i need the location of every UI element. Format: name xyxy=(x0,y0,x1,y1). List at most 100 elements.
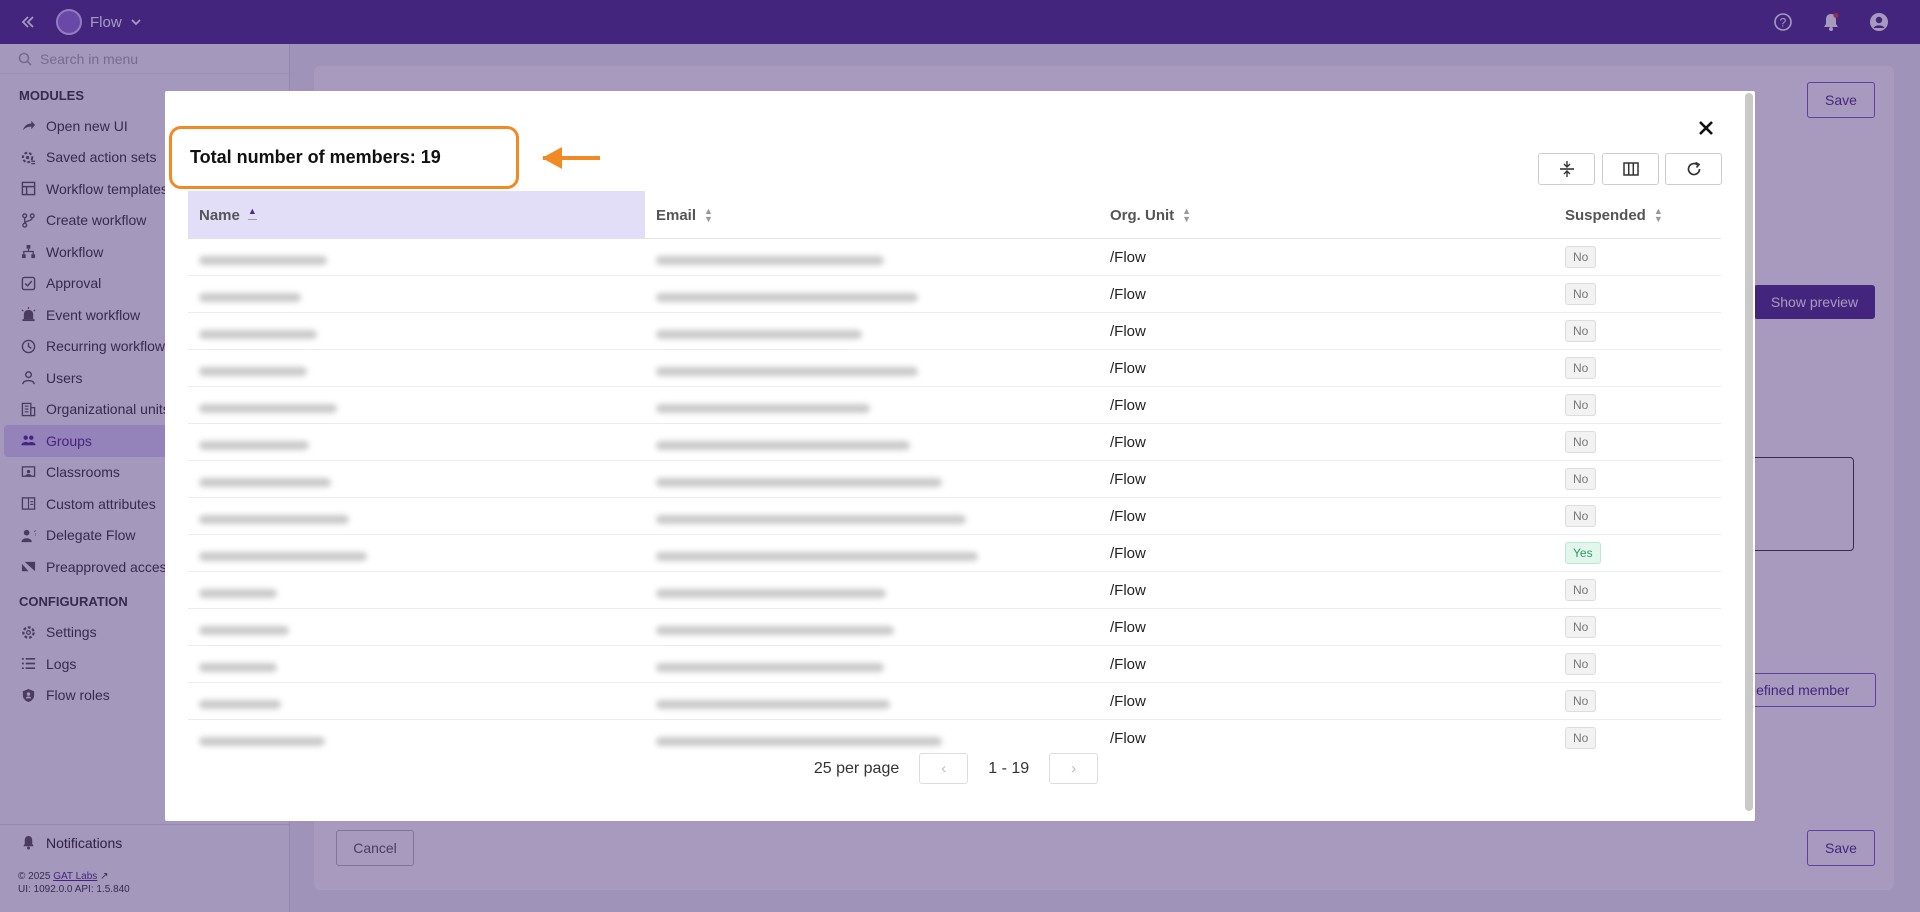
total-members-label: Total number of members: 19 xyxy=(190,147,441,167)
redacted-email xyxy=(656,366,918,376)
cell-email xyxy=(645,461,1099,498)
previous-page-button[interactable]: ‹ xyxy=(919,753,969,784)
redacted-email xyxy=(656,662,884,672)
redacted-email xyxy=(656,514,966,524)
cell-name xyxy=(188,498,645,535)
density-icon xyxy=(1559,161,1574,177)
cell-suspended: No xyxy=(1554,461,1721,498)
redacted-email xyxy=(656,440,910,450)
cell-email xyxy=(645,424,1099,461)
table-row[interactable]: /Flow No xyxy=(188,350,1721,387)
cell-name xyxy=(188,313,645,350)
chevron-left-icon: ‹ xyxy=(941,760,947,777)
redacted-name xyxy=(199,736,325,746)
cell-org-unit: /Flow xyxy=(1110,396,1146,414)
suspended-badge: No xyxy=(1565,357,1597,379)
cell-name xyxy=(188,387,645,424)
table-row[interactable]: /Flow No xyxy=(188,683,1721,720)
sort-ascending-icon: ▲ — xyxy=(247,206,257,224)
table-row[interactable]: /Flow No xyxy=(188,276,1721,313)
cell-suspended: No xyxy=(1554,609,1721,646)
redacted-email xyxy=(656,625,894,635)
cell-org-unit: /Flow xyxy=(1110,618,1146,636)
suspended-badge: No xyxy=(1565,690,1597,712)
redacted-email xyxy=(656,255,884,265)
cell-name xyxy=(188,424,645,461)
rows-per-page-select[interactable]: 25 per page xyxy=(814,760,899,778)
redacted-email xyxy=(656,588,886,598)
table-row[interactable]: /Flow No xyxy=(188,239,1721,276)
cell-suspended: No xyxy=(1554,313,1721,350)
annotation-arrow-icon xyxy=(542,147,600,169)
cell-name xyxy=(188,239,645,276)
table-row[interactable]: /Flow No xyxy=(188,646,1721,683)
cell-org-unit: /Flow xyxy=(1110,729,1146,747)
table-row[interactable]: /Flow No xyxy=(188,313,1721,350)
redacted-email xyxy=(656,477,942,487)
density-button[interactable] xyxy=(1538,153,1595,185)
table-row[interactable]: /Flow No xyxy=(188,572,1721,609)
cell-email xyxy=(645,609,1099,646)
cell-name xyxy=(188,535,645,572)
redacted-name xyxy=(199,403,337,413)
total-members-callout: Total number of members: 19 xyxy=(169,126,519,189)
cell-email xyxy=(645,498,1099,535)
suspended-badge: Yes xyxy=(1565,542,1601,564)
suspended-badge: No xyxy=(1565,579,1597,601)
redacted-name xyxy=(199,514,349,524)
table-row[interactable]: /Flow No xyxy=(188,387,1721,424)
table-row[interactable]: /Flow No xyxy=(188,609,1721,646)
cell-suspended: No xyxy=(1554,572,1721,609)
cell-email xyxy=(645,572,1099,609)
suspended-badge: No xyxy=(1565,320,1597,342)
redacted-name xyxy=(199,662,277,672)
redacted-name xyxy=(199,255,327,265)
next-page-button[interactable]: › xyxy=(1049,753,1099,784)
redacted-name xyxy=(199,366,307,376)
suspended-badge: No xyxy=(1565,653,1597,675)
column-header-email[interactable]: Email ▲ ▼ xyxy=(645,191,1099,239)
dialog-scrollbar[interactable] xyxy=(1745,93,1753,811)
redacted-name xyxy=(199,588,277,598)
cell-name xyxy=(188,572,645,609)
sort-icon: ▲ ▼ xyxy=(1653,206,1663,224)
cell-suspended: No xyxy=(1554,683,1721,720)
cell-suspended: No xyxy=(1554,276,1721,313)
table-row[interactable]: /Flow Yes xyxy=(188,535,1721,572)
redacted-name xyxy=(199,625,289,635)
table-row[interactable]: /Flow No xyxy=(188,498,1721,535)
column-header-org-unit[interactable]: Org. Unit ▲ ▼ xyxy=(1099,191,1554,239)
cell-email xyxy=(645,646,1099,683)
cell-name xyxy=(188,276,645,313)
columns-button[interactable] xyxy=(1602,153,1659,185)
column-label: Name xyxy=(199,206,240,224)
table-row[interactable]: /Flow No xyxy=(188,720,1721,753)
cell-name xyxy=(188,646,645,683)
column-header-name[interactable]: Name ▲ — xyxy=(188,191,645,239)
redacted-email xyxy=(656,292,918,302)
cell-org-unit: /Flow xyxy=(1110,544,1146,562)
cell-suspended: No xyxy=(1554,498,1721,535)
refresh-button[interactable] xyxy=(1665,153,1722,185)
members-table: Name ▲ — Email ▲ ▼ Org. Unit ▲ ▼ Suspended … xyxy=(188,191,1721,753)
close-dialog-button[interactable] xyxy=(1693,115,1719,141)
cell-org-unit: /Flow xyxy=(1110,581,1146,599)
table-row[interactable]: /Flow No xyxy=(188,461,1721,498)
redacted-email xyxy=(656,736,942,746)
column-label: Org. Unit xyxy=(1110,206,1175,224)
cell-org-unit: /Flow xyxy=(1110,322,1146,340)
cell-email xyxy=(645,535,1099,572)
cell-org-unit: /Flow xyxy=(1110,470,1146,488)
cell-name xyxy=(188,720,645,754)
redacted-name xyxy=(199,551,367,561)
cell-email xyxy=(645,239,1099,276)
column-header-suspended[interactable]: Suspended ▲ ▼ xyxy=(1554,191,1721,239)
cell-email xyxy=(645,387,1099,424)
cell-suspended: Yes xyxy=(1554,535,1721,572)
cell-suspended: No xyxy=(1554,720,1721,754)
cell-email xyxy=(645,313,1099,350)
suspended-badge: No xyxy=(1565,394,1597,416)
cell-suspended: No xyxy=(1554,646,1721,683)
refresh-icon xyxy=(1687,161,1700,176)
table-row[interactable]: /Flow No xyxy=(188,424,1721,461)
